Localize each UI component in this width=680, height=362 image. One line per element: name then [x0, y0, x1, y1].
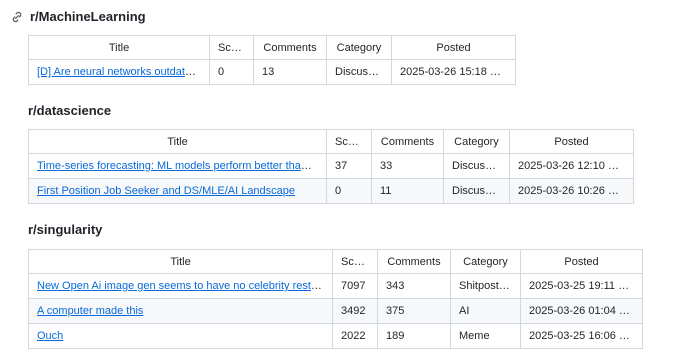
- post-title-cell: First Position Job Seeker and DS/MLE/AI …: [28, 178, 327, 204]
- table-row: Ouch 2022 189 Meme 2025-03-25 16:06 UTC: [28, 323, 643, 349]
- posted-cell: 2025-03-26 15:18 UTC: [391, 59, 516, 85]
- table-row: Time-series forecasting: ML models perfo…: [28, 153, 634, 179]
- category-cell: Discussion: [326, 59, 392, 85]
- table-row: A computer made this 3492 375 AI 2025-03…: [28, 298, 643, 324]
- table-row: New Open Ai image gen seems to have no c…: [28, 273, 643, 299]
- column-header-category: Category: [450, 249, 521, 274]
- posts-table: Title Score Comments Category Posted [D]…: [28, 35, 516, 85]
- column-header-category: Category: [326, 35, 392, 60]
- category-cell: Meme: [450, 323, 521, 349]
- table-header-row: Title Score Comments Category Posted: [28, 129, 634, 154]
- column-header-title: Title: [28, 249, 333, 274]
- column-header-comments: Comments: [371, 129, 444, 154]
- category-cell: Discussion: [443, 178, 510, 204]
- column-header-comments: Comments: [253, 35, 327, 60]
- category-cell: Shitposting: [450, 273, 521, 299]
- table-header-row: Title Score Comments Category Posted: [28, 35, 516, 60]
- score-cell: 0: [326, 178, 372, 204]
- comments-cell: 11: [371, 178, 444, 204]
- post-title-link[interactable]: New Open Ai image gen seems to have no c…: [37, 280, 332, 292]
- link-icon[interactable]: [10, 10, 24, 24]
- score-cell: 2022: [332, 323, 378, 349]
- posted-cell: 2025-03-26 01:04 UTC: [520, 298, 643, 324]
- post-title-link[interactable]: A computer made this: [37, 305, 143, 317]
- score-cell: 3492: [332, 298, 378, 324]
- section-heading: r/MachineLearning: [30, 9, 146, 24]
- comments-cell: 189: [377, 323, 451, 349]
- posted-cell: 2025-03-25 16:06 UTC: [520, 323, 643, 349]
- column-header-posted: Posted: [509, 129, 634, 154]
- post-title-link[interactable]: First Position Job Seeker and DS/MLE/AI …: [37, 185, 295, 197]
- comments-cell: 13: [253, 59, 327, 85]
- post-title-cell: A computer made this: [28, 298, 333, 324]
- column-header-score: Score: [209, 35, 254, 60]
- post-title-cell: Ouch: [28, 323, 333, 349]
- column-header-posted: Posted: [520, 249, 643, 274]
- post-title-link[interactable]: Time-series forecasting: ML models perfo…: [37, 160, 326, 172]
- column-header-comments: Comments: [377, 249, 451, 274]
- table-row: First Position Job Seeker and DS/MLE/AI …: [28, 178, 634, 204]
- posts-table: Title Score Comments Category Posted Tim…: [28, 129, 634, 204]
- column-header-title: Title: [28, 35, 210, 60]
- category-cell: Discussion: [443, 153, 510, 179]
- post-title-cell: Time-series forecasting: ML models perfo…: [28, 153, 327, 179]
- column-header-category: Category: [443, 129, 510, 154]
- score-cell: 7097: [332, 273, 378, 299]
- table-row: [D] Are neural networks outdated? 0 13 D…: [28, 59, 516, 85]
- comments-cell: 375: [377, 298, 451, 324]
- posted-cell: 2025-03-25 19:11 UTC: [520, 273, 643, 299]
- column-header-score: Score: [326, 129, 372, 154]
- comments-cell: 343: [377, 273, 451, 299]
- posts-table: Title Score Comments Category Posted New…: [28, 249, 643, 349]
- table-header-row: Title Score Comments Category Posted: [28, 249, 643, 274]
- post-title-cell: [D] Are neural networks outdated?: [28, 59, 210, 85]
- section-heading: r/singularity: [28, 222, 103, 237]
- posted-cell: 2025-03-26 12:10 UTC: [509, 153, 634, 179]
- section-heading: r/datascience: [28, 103, 112, 118]
- column-header-posted: Posted: [391, 35, 516, 60]
- post-title-link[interactable]: [D] Are neural networks outdated?: [37, 66, 203, 78]
- comments-cell: 33: [371, 153, 444, 179]
- category-cell: AI: [450, 298, 521, 324]
- post-title-cell: New Open Ai image gen seems to have no c…: [28, 273, 333, 299]
- post-title-link[interactable]: Ouch: [37, 330, 63, 342]
- column-header-score: Score: [332, 249, 378, 274]
- score-cell: 0: [209, 59, 254, 85]
- column-header-title: Title: [28, 129, 327, 154]
- score-cell: 37: [326, 153, 372, 179]
- posted-cell: 2025-03-26 10:26 UTC: [509, 178, 634, 204]
